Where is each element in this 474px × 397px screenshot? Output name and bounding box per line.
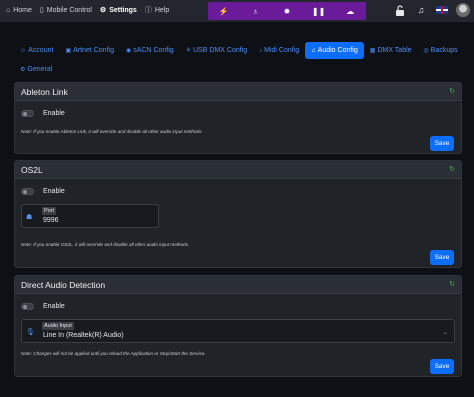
direct-audio-enable-toggle[interactable] <box>21 303 34 310</box>
audio-input-label: Audio Input <box>42 322 74 330</box>
refresh-icon[interactable]: ↻ <box>449 280 455 288</box>
tab-backups[interactable]: ◎ Backups <box>418 42 464 59</box>
os2l-port-field[interactable]: ☗ Port 9996 <box>21 204 159 228</box>
help-icon: ⓘ <box>144 7 152 14</box>
mobile-icon: ▯ <box>39 7 44 14</box>
ableton-link-card: Ableton Link ↻ Enable Note: If you enabl… <box>14 82 462 154</box>
refresh-icon[interactable]: ↻ <box>449 87 455 95</box>
avatar[interactable] <box>456 3 470 17</box>
ableton-note: Note: If you enable Ableton Link, it wil… <box>21 129 203 134</box>
user-icon: ☺ <box>20 47 27 54</box>
tab-label: sACN Config <box>133 47 174 54</box>
eye-icon: ◎ <box>423 48 429 54</box>
settings-tabs: ☺ Account ▣ Artnet Config ◉ sACN Config ⚘ USB D… <box>14 42 464 78</box>
tab-audio-config[interactable]: ♫ Audio Config <box>305 42 364 59</box>
tab-label: General <box>27 66 53 73</box>
direct-audio-header: Direct Audio Detection ↻ <box>15 276 461 294</box>
direct-audio-save-button[interactable]: Save <box>430 359 454 374</box>
tab-label: USB DMX Config <box>193 47 248 54</box>
music-icon[interactable]: ♫ <box>414 3 428 17</box>
broadcast-icon: ☗ <box>26 214 33 221</box>
usb-icon: ⚘ <box>185 48 192 54</box>
direct-audio-card: Direct Audio Detection ↻ Enable 🎙 Audio … <box>14 275 462 377</box>
tab-label: Backups <box>430 47 458 54</box>
uk-flag-icon[interactable] <box>435 3 449 17</box>
nav-mobile-control-label: Mobile Control <box>46 6 92 14</box>
direct-audio-enable-label: Enable <box>43 303 65 310</box>
nav-home[interactable]: ⌂ Home <box>6 7 32 14</box>
gear-icon: ⚙ <box>99 7 107 14</box>
nav-help-label: Help <box>154 6 170 14</box>
home-icon: ⌂ <box>6 6 11 14</box>
ableton-link-title: Ableton Link <box>21 86 68 97</box>
cloud-icon[interactable]: ☁ <box>340 4 360 18</box>
tab-sacn-config[interactable]: ◉ sACN Config <box>120 42 180 59</box>
nav-home-label: Home <box>13 6 32 14</box>
tab-account[interactable]: ☺ Account <box>14 42 59 59</box>
tab-midi-config[interactable]: ♪ Midi Config <box>253 42 305 59</box>
ableton-enable-label: Enable <box>43 110 65 117</box>
tab-label: Artnet Config <box>73 47 114 54</box>
midi-icon: ♪ <box>259 47 263 54</box>
pause-icon[interactable]: ❚❚ <box>309 4 329 18</box>
chevron-down-icon: ⌄ <box>442 330 448 336</box>
tab-general[interactable]: ⚙ General <box>14 61 58 78</box>
nav-mobile-control[interactable]: ▯ Mobile Control <box>39 6 92 15</box>
os2l-enable-label: Enable <box>43 188 65 195</box>
nav-settings[interactable]: ⚙ Settings <box>99 6 137 15</box>
tab-label: Audio Config <box>317 47 358 54</box>
nav-left: ⌂ Home ▯ Mobile Control ⚙ Settings ⓘ Hel… <box>6 5 169 15</box>
direct-audio-enable-row: Enable <box>21 303 65 310</box>
tab-usb-dmx-config[interactable]: ⚘ USB DMX Config <box>180 42 253 59</box>
audio-input-value: Line In (Realtek(R) Audio) <box>43 332 124 339</box>
broadcast-icon: ◉ <box>125 48 132 54</box>
direct-audio-title: Direct Audio Detection <box>21 279 106 290</box>
refresh-icon[interactable]: ↻ <box>449 165 455 173</box>
nav-help[interactable]: ⓘ Help <box>145 5 169 15</box>
os2l-card: OS2L ↻ Enable ☗ Port 9996 Note: If you e… <box>14 160 462 268</box>
sun-icon[interactable]: ✹ <box>277 4 297 18</box>
gear-icon: ⚙ <box>20 67 26 73</box>
audio-input-select[interactable]: 🎙 Audio Input Line In (Realtek(R) Audio)… <box>21 319 455 343</box>
nav-settings-label: Settings <box>109 6 137 14</box>
os2l-note: Note: If you enable OS2L, it will overri… <box>21 242 190 247</box>
tab-row: ☺ Account ▣ Artnet Config ◉ sACN Config ⚘ USB D… <box>14 42 464 78</box>
os2l-save-button[interactable]: Save <box>430 250 454 265</box>
bulb-icon[interactable]: ♁ <box>245 4 265 18</box>
ableton-save-button[interactable]: Save <box>430 136 454 151</box>
tab-label: Midi Config <box>264 47 300 54</box>
top-navbar: ⌂ Home ▯ Mobile Control ⚙ Settings ⓘ Hel… <box>0 0 474 22</box>
tab-label: DMX Table <box>377 47 412 54</box>
film-icon: ▣ <box>65 48 72 54</box>
os2l-enable-row: Enable <box>21 188 65 195</box>
os2l-enable-toggle[interactable] <box>21 188 34 195</box>
ableton-link-header: Ableton Link ↻ <box>15 83 461 101</box>
tab-label: Account <box>28 47 54 54</box>
direct-audio-note: Note: Changes will not be applied until … <box>21 351 206 356</box>
lock-open-icon[interactable] <box>393 3 407 17</box>
bolt-icon[interactable]: ⚡ <box>214 4 234 18</box>
microphone-icon: 🎙 <box>26 329 35 336</box>
nav-right: ♫ <box>393 3 470 17</box>
os2l-port-value[interactable]: 9996 <box>43 217 59 224</box>
effects-bar: ⚡ ♁ ✹ ❚❚ ☁ <box>208 2 366 20</box>
tab-dmx-table[interactable]: ▦ DMX Table <box>364 42 418 59</box>
os2l-port-label: Port <box>42 207 57 215</box>
ableton-enable-row: Enable <box>21 110 65 117</box>
audio-icon: ♫ <box>311 47 316 54</box>
tab-artnet-config[interactable]: ▣ Artnet Config <box>59 42 120 59</box>
ableton-enable-toggle[interactable] <box>21 110 34 117</box>
os2l-header: OS2L ↻ <box>15 161 461 179</box>
table-icon: ▦ <box>369 48 376 54</box>
os2l-title: OS2L <box>21 164 43 175</box>
